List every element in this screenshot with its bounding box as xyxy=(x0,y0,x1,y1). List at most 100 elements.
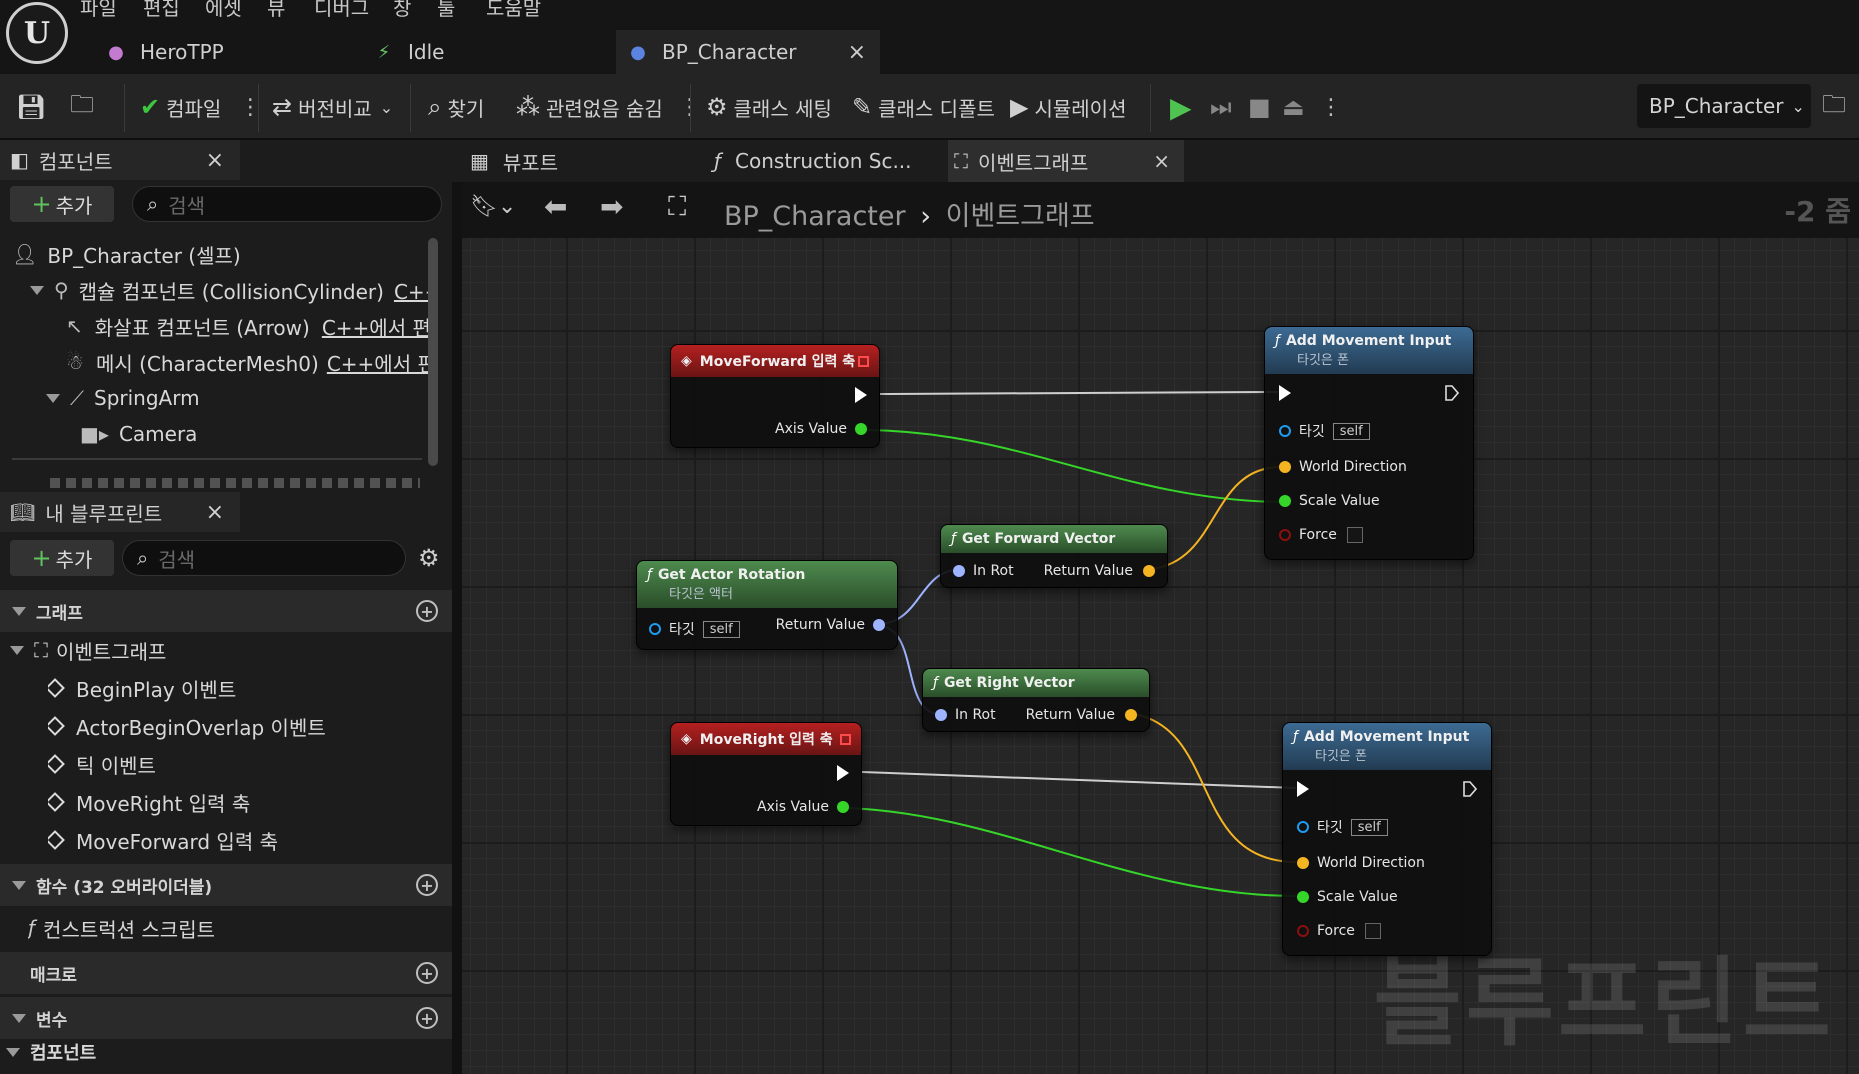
bool-pin-icon xyxy=(1297,925,1309,937)
target-pin[interactable]: 타깃 self xyxy=(1279,421,1370,441)
force-pin[interactable]: Force xyxy=(1297,923,1381,939)
target-pin[interactable]: 타깃 self xyxy=(1297,817,1388,837)
exec-in-pin[interactable] xyxy=(1297,781,1309,797)
delegate-pin-icon xyxy=(858,355,869,367)
pin-label: Return Value xyxy=(1025,707,1115,723)
scale-value-pin[interactable]: Scale Value xyxy=(1297,889,1398,905)
exec-out-pin[interactable] xyxy=(837,765,849,781)
float-pin-icon xyxy=(837,801,849,813)
rotator-pin-icon xyxy=(935,709,947,721)
world-direction-pin[interactable]: World Direction xyxy=(1297,855,1425,871)
pin-label: World Direction xyxy=(1317,855,1425,871)
exec-pin-hollow-icon xyxy=(1463,781,1477,797)
node-title: Get Actor Rotation xyxy=(657,567,806,583)
node-title: Get Forward Vector xyxy=(961,531,1116,547)
float-pin-icon xyxy=(1297,891,1309,903)
exec-wire-right xyxy=(861,771,1297,789)
exec-wire-forward xyxy=(879,391,1279,395)
function-icon: ƒ xyxy=(1293,729,1298,745)
node-title: MoveRight 입력 축 xyxy=(699,732,833,748)
node-get-right-vector[interactable]: ƒ Get Right Vector In Rot Return Value xyxy=(922,668,1150,732)
exec-out-pin[interactable] xyxy=(1463,781,1477,797)
function-icon: ƒ xyxy=(647,567,652,583)
event-icon: ◈ xyxy=(681,353,692,369)
node-header: ◈ MoveRight 입력 축 xyxy=(671,723,861,755)
force-pin[interactable]: Force xyxy=(1279,527,1363,543)
self-value: self xyxy=(702,620,740,638)
function-icon: ƒ xyxy=(933,675,938,691)
node-moveright-axis[interactable]: ◈ MoveRight 입력 축 Axis Value xyxy=(670,722,862,826)
self-value: self xyxy=(1332,422,1370,440)
pin-label: In Rot xyxy=(955,707,996,723)
pin-label: 타깃 xyxy=(1317,820,1343,836)
bool-pin-icon xyxy=(1279,529,1291,541)
node-subtitle: 타깃은 액터 xyxy=(669,587,733,602)
exec-out-pin[interactable] xyxy=(855,387,867,403)
node-get-actor-rotation[interactable]: ƒ Get Actor Rotation 타깃은 액터 타깃 self Retur… xyxy=(636,560,898,650)
pin-label: Scale Value xyxy=(1317,889,1398,905)
scale-value-pin[interactable]: Scale Value xyxy=(1279,493,1380,509)
float-pin-icon xyxy=(1279,495,1291,507)
exec-pin-icon xyxy=(855,387,867,403)
node-header: ƒ Get Forward Vector xyxy=(941,525,1167,553)
node-add-movement-input-forward[interactable]: ƒ Add Movement Input 타깃은 폰 타깃 self World … xyxy=(1264,326,1474,560)
in-rot-pin[interactable]: In Rot xyxy=(935,707,996,723)
target-pin[interactable]: 타깃 self xyxy=(649,619,740,639)
exec-pin-icon xyxy=(1297,781,1309,797)
force-checkbox[interactable] xyxy=(1346,527,1363,543)
object-pin-icon xyxy=(1279,425,1291,437)
exec-out-pin[interactable] xyxy=(1445,385,1459,401)
node-title: Add Movement Input xyxy=(1285,333,1452,349)
function-icon: ƒ xyxy=(1275,333,1280,349)
event-icon: ◈ xyxy=(681,731,692,747)
vector-pin-icon xyxy=(1279,461,1291,473)
float-pin-icon xyxy=(855,423,867,435)
return-value-pin[interactable]: Return Value xyxy=(1026,707,1137,723)
delegate-pin-icon xyxy=(840,733,851,745)
axis-value-pin[interactable]: Axis Value xyxy=(757,799,849,815)
object-pin-icon xyxy=(649,623,661,635)
float-wire-forward xyxy=(861,429,1281,503)
node-header: ƒ Get Right Vector xyxy=(923,669,1149,697)
exec-in-pin[interactable] xyxy=(1279,385,1291,401)
pin-label: World Direction xyxy=(1299,459,1407,475)
vector-wire-forward xyxy=(1151,466,1281,570)
node-header: ƒ Add Movement Input 타깃은 폰 xyxy=(1283,723,1491,770)
node-moveforward-axis[interactable]: ◈ MoveForward 입력 축 Axis Value xyxy=(670,344,880,448)
vector-pin-icon xyxy=(1125,709,1137,721)
object-pin-icon xyxy=(1297,821,1309,833)
pin-label: Axis Value xyxy=(775,421,847,437)
pin-label: In Rot xyxy=(973,563,1014,579)
vector-pin-icon xyxy=(1143,565,1155,577)
pin-label: Force xyxy=(1317,923,1355,939)
exec-pin-hollow-icon xyxy=(1445,385,1459,401)
float-wire-right xyxy=(843,807,1297,897)
return-value-pin[interactable]: Return Value xyxy=(1044,563,1155,579)
node-header: ◈ MoveForward 입력 축 xyxy=(671,345,879,377)
graph-wires xyxy=(843,391,1297,897)
function-icon: ƒ xyxy=(951,531,956,547)
pin-label: 타깃 xyxy=(669,622,695,638)
pin-label: Return Value xyxy=(775,617,865,633)
node-header: ƒ Get Actor Rotation 타깃은 액터 xyxy=(637,561,897,608)
pin-label: Scale Value xyxy=(1299,493,1380,509)
node-title: Get Right Vector xyxy=(943,675,1075,691)
vector-pin-icon xyxy=(1297,857,1309,869)
world-direction-pin[interactable]: World Direction xyxy=(1279,459,1407,475)
node-get-forward-vector[interactable]: ƒ Get Forward Vector In Rot Return Value xyxy=(940,524,1168,588)
exec-pin-icon xyxy=(1279,385,1291,401)
node-subtitle: 타깃은 폰 xyxy=(1315,749,1367,764)
return-value-pin[interactable]: Return Value xyxy=(776,617,885,633)
rotator-pin-icon xyxy=(953,565,965,577)
node-header: ƒ Add Movement Input 타깃은 폰 xyxy=(1265,327,1473,374)
force-checkbox[interactable] xyxy=(1364,923,1381,939)
pin-label: Force xyxy=(1299,527,1337,543)
pin-label: 타깃 xyxy=(1299,424,1325,440)
node-add-movement-input-right[interactable]: ƒ Add Movement Input 타깃은 폰 타깃 self World … xyxy=(1282,722,1492,956)
pin-label: Axis Value xyxy=(757,799,829,815)
node-title: Add Movement Input xyxy=(1303,729,1470,745)
self-value: self xyxy=(1350,818,1388,836)
exec-pin-icon xyxy=(837,765,849,781)
in-rot-pin[interactable]: In Rot xyxy=(953,563,1014,579)
axis-value-pin[interactable]: Axis Value xyxy=(775,421,867,437)
